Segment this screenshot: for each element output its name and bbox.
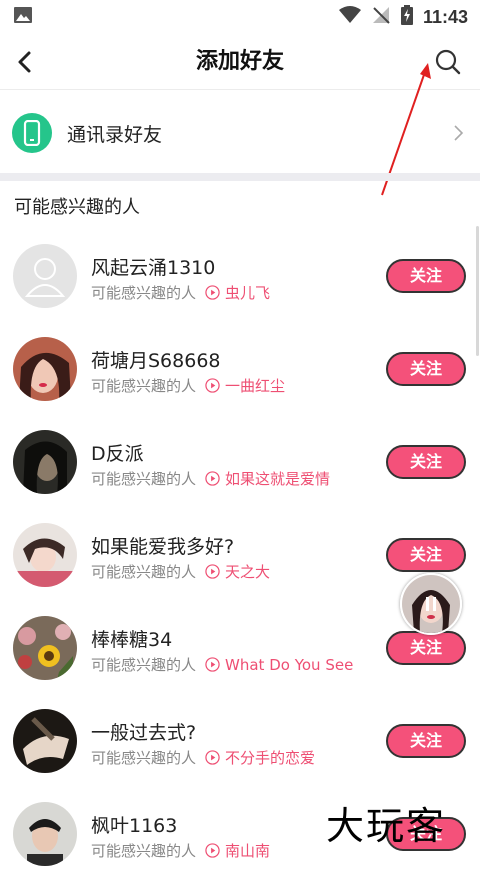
follow-button[interactable]: 关注 xyxy=(386,445,466,479)
people-list: 风起云涌1310 可能感兴趣的人 虫儿飞 关注 荷塘月S68668 可能感兴趣的… xyxy=(0,235,480,886)
section-title: 可能感兴趣的人 xyxy=(14,197,140,218)
user-name: 棒棒糖34 xyxy=(91,629,173,651)
search-icon[interactable] xyxy=(432,46,464,78)
user-subtitle: 可能感兴趣的人 虫儿飞 xyxy=(91,282,270,303)
avatar[interactable] xyxy=(13,616,77,680)
user-name: 枫叶1163 xyxy=(91,815,178,837)
user-subtitle: 可能感兴趣的人 一曲红尘 xyxy=(91,375,285,396)
page-title: 添加好友 xyxy=(195,49,284,74)
list-item[interactable]: 荷塘月S68668 可能感兴趣的人 一曲红尘 关注 xyxy=(0,328,480,421)
no-signal-icon xyxy=(371,5,391,29)
song-title[interactable]: 如果这就是爱情 xyxy=(225,468,330,489)
list-item[interactable]: 风起云涌1310 可能感兴趣的人 虫儿飞 关注 xyxy=(0,235,480,328)
battery-icon xyxy=(400,5,413,29)
avatar[interactable] xyxy=(13,709,77,773)
floating-player-avatar[interactable] xyxy=(400,573,462,635)
follow-button[interactable]: 关注 xyxy=(386,631,466,665)
chevron-right-icon xyxy=(448,123,468,143)
user-subtitle: 可能感兴趣的人 天之大 xyxy=(91,561,270,582)
contacts-friends-row[interactable]: 通讯录好友 xyxy=(0,92,480,174)
play-icon[interactable] xyxy=(205,471,220,486)
reason-text: 可能感兴趣的人 xyxy=(91,377,197,395)
pause-icon xyxy=(426,597,429,611)
user-name: 如果能爱我多好? xyxy=(91,536,235,558)
play-icon[interactable] xyxy=(205,285,220,300)
play-icon[interactable] xyxy=(205,378,220,393)
play-icon[interactable] xyxy=(205,750,220,765)
song-title[interactable]: 不分手的恋爱 xyxy=(225,747,315,768)
phone-icon xyxy=(12,113,52,153)
clock: 11:43 xyxy=(422,6,468,27)
watermark-logo: 大玩客 xyxy=(326,804,447,848)
app-bar: 添加好友 xyxy=(0,34,480,90)
song-title[interactable]: 天之大 xyxy=(225,561,270,582)
reason-text: 可能感兴趣的人 xyxy=(91,656,197,674)
song-title[interactable]: 虫儿飞 xyxy=(225,282,270,303)
list-item[interactable]: D反派 可能感兴趣的人 如果这就是爱情 关注 xyxy=(0,421,480,514)
status-bar: 11:43 xyxy=(0,0,480,34)
avatar[interactable] xyxy=(13,337,77,401)
contacts-friends-label: 通讯录好友 xyxy=(67,123,163,146)
list-item[interactable]: 一般过去式? 可能感兴趣的人 不分手的恋爱 关注 xyxy=(0,700,480,793)
reason-text: 可能感兴趣的人 xyxy=(91,563,197,581)
play-icon[interactable] xyxy=(205,843,220,858)
song-title[interactable]: 南山南 xyxy=(225,840,270,861)
follow-button[interactable]: 关注 xyxy=(386,259,466,293)
follow-button[interactable]: 关注 xyxy=(386,352,466,386)
user-subtitle: 可能感兴趣的人 南山南 xyxy=(91,840,270,861)
avatar[interactable] xyxy=(13,802,77,866)
reason-text: 可能感兴趣的人 xyxy=(91,749,197,767)
avatar[interactable] xyxy=(13,244,77,308)
avatar[interactable] xyxy=(13,523,77,587)
play-icon[interactable] xyxy=(205,657,220,672)
reason-text: 可能感兴趣的人 xyxy=(91,470,197,488)
image-notification-icon xyxy=(14,7,32,27)
user-name: 荷塘月S68668 xyxy=(91,350,221,372)
avatar[interactable] xyxy=(13,430,77,494)
user-name: 风起云涌1310 xyxy=(91,257,216,279)
user-name: 一般过去式? xyxy=(91,722,197,744)
play-icon[interactable] xyxy=(205,564,220,579)
user-subtitle: 可能感兴趣的人 不分手的恋爱 xyxy=(91,747,315,768)
follow-button[interactable]: 关注 xyxy=(386,724,466,758)
section-divider xyxy=(0,173,480,181)
reason-text: 可能感兴趣的人 xyxy=(91,842,197,860)
user-subtitle: 可能感兴趣的人 如果这就是爱情 xyxy=(91,468,330,489)
follow-button[interactable]: 关注 xyxy=(386,538,466,572)
song-title[interactable]: What Do You See xyxy=(225,656,353,674)
user-subtitle: 可能感兴趣的人 What Do You See xyxy=(91,654,353,675)
song-title[interactable]: 一曲红尘 xyxy=(225,375,285,396)
reason-text: 可能感兴趣的人 xyxy=(91,284,197,302)
user-name: D反派 xyxy=(91,443,144,465)
wifi-icon xyxy=(338,6,361,28)
